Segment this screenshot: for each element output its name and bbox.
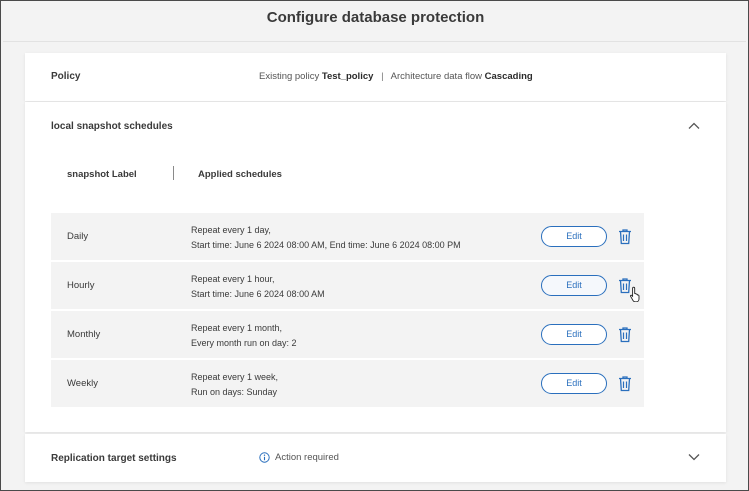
row-schedule-description: Repeat every 1 week, Run on days: Sunday <box>191 370 278 400</box>
trash-icon[interactable] <box>617 375 633 392</box>
row-label: Daily <box>67 231 89 242</box>
architecture-prefix: Architecture data flow <box>390 71 483 82</box>
schedule-row-monthly: Monthly Repeat every 1 month, Every mont… <box>51 311 644 358</box>
schedule-line-1: Repeat every 1 day, <box>191 225 271 235</box>
policy-label: Policy <box>51 71 81 82</box>
replication-card[interactable]: Replication target settings Action requi… <box>25 434 726 482</box>
row-label: Weekly <box>67 378 98 389</box>
replication-section-title: Replication target settings <box>51 453 177 464</box>
row-label: Hourly <box>67 280 95 291</box>
dialog-frame: Configure database protection Policy Exi… <box>0 0 749 491</box>
schedule-line-1: Repeat every 1 month, <box>191 323 283 333</box>
trash-icon[interactable] <box>617 277 633 294</box>
schedule-row-daily: Daily Repeat every 1 day, Start time: Ju… <box>51 213 644 260</box>
schedule-line-2: Start time: June 6 2024 08:00 AM, End ti… <box>191 240 461 250</box>
schedule-row-hourly: Hourly Repeat every 1 hour, Start time: … <box>51 262 644 309</box>
architecture-value: Cascading <box>484 71 533 82</box>
row-schedule-description: Repeat every 1 month, Every month run on… <box>191 321 297 351</box>
row-label: Monthly <box>67 329 101 340</box>
schedule-line-2: Every month run on day: 2 <box>191 338 297 348</box>
trash-icon[interactable] <box>617 326 633 343</box>
existing-policy-name: Test_policy <box>321 71 374 82</box>
schedule-row-weekly: Weekly Repeat every 1 week, Run on days:… <box>51 360 644 407</box>
status-text: Action required <box>275 452 339 463</box>
policy-info: Existing policy Test_policy | Architectu… <box>259 71 533 82</box>
schedule-line-1: Repeat every 1 week, <box>191 372 279 382</box>
chevron-up-icon[interactable] <box>688 120 700 132</box>
schedule-line-1: Repeat every 1 hour, <box>191 274 275 284</box>
schedule-line-2: Run on days: Sunday <box>191 387 278 397</box>
trash-icon[interactable] <box>617 228 633 245</box>
snapshot-section-title: local snapshot schedules <box>51 121 173 132</box>
schedule-line-2: Start time: June 6 2024 08:00 AM <box>191 289 325 299</box>
policy-separator: | <box>381 71 384 82</box>
row-schedule-description: Repeat every 1 day, Start time: June 6 2… <box>191 223 461 253</box>
edit-button[interactable]: Edit <box>541 275 607 296</box>
chevron-down-icon[interactable] <box>688 451 700 463</box>
column-header-applied-schedules: Applied schedules <box>198 169 282 180</box>
edit-button[interactable]: Edit <box>541 324 607 345</box>
replication-status: Action required <box>259 452 339 463</box>
info-icon <box>259 452 270 463</box>
edit-button[interactable]: Edit <box>541 226 607 247</box>
edit-button[interactable]: Edit <box>541 373 607 394</box>
policy-card: Policy Existing policy Test_policy | Arc… <box>25 53 726 101</box>
schedule-list: Daily Repeat every 1 day, Start time: Ju… <box>51 213 644 409</box>
column-header-snapshot-label: snapshot Label <box>67 169 137 180</box>
existing-policy-prefix: Existing policy <box>259 71 320 82</box>
page-title: Configure database protection <box>266 9 485 26</box>
column-divider <box>173 166 174 180</box>
title-divider <box>3 41 746 42</box>
snapshot-schedules-card: local snapshot schedules snapshot Label … <box>25 102 726 432</box>
row-schedule-description: Repeat every 1 hour, Start time: June 6 … <box>191 272 325 302</box>
